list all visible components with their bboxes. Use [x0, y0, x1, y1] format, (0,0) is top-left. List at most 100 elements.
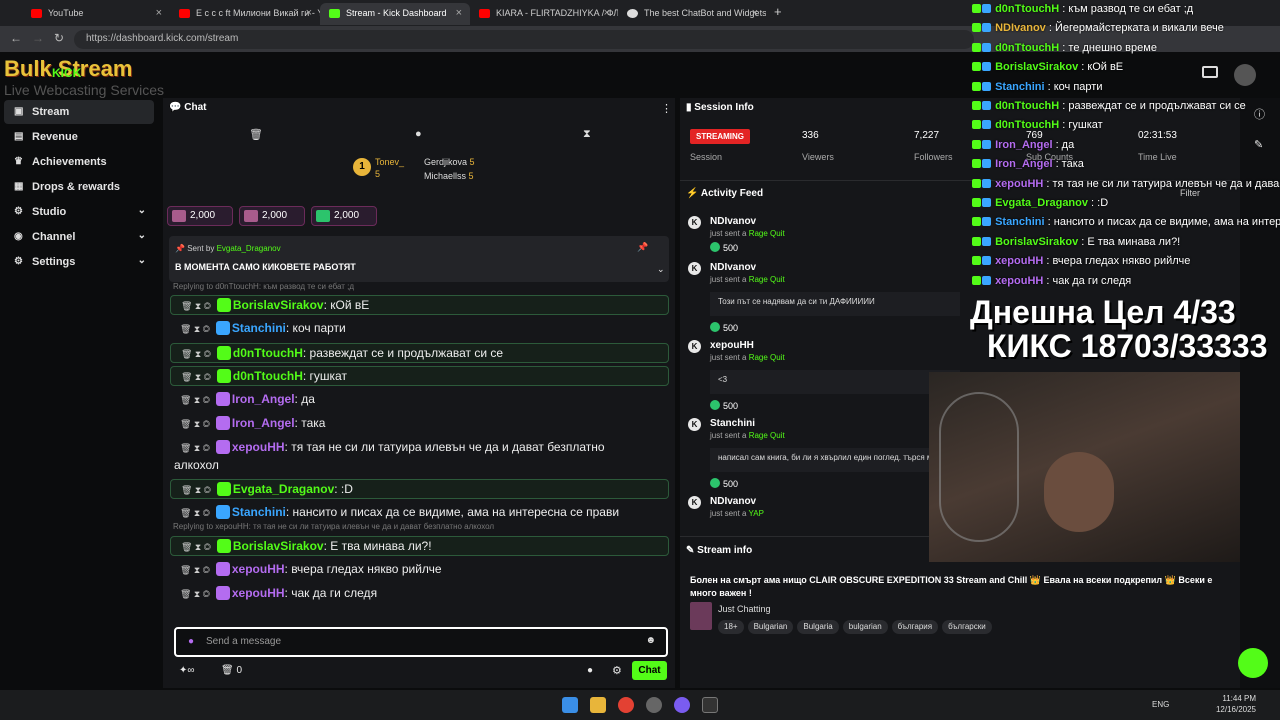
pin-icon[interactable]: 📌: [637, 242, 648, 253]
moderation-icons[interactable]: 🗑 ⧗ ◎: [181, 372, 211, 383]
chat-username[interactable]: d0nTtouchH: [233, 346, 303, 360]
badge-icon: [982, 159, 991, 169]
channel-icon: ◉: [14, 231, 23, 242]
sidebar-item-stream[interactable]: ▣ Stream: [4, 100, 154, 124]
tag[interactable]: Bulgarian: [747, 620, 794, 634]
terminal-icon[interactable]: [702, 697, 718, 713]
close-icon[interactable]: ×: [456, 7, 462, 19]
send-chat-button[interactable]: Chat: [632, 661, 667, 680]
browser-tab[interactable]: E c c c ft Милиони Викай ги - Y ×: [170, 3, 320, 25]
chat-message[interactable]: 🗑 ⧗ ◎ BorislavSirakov: кОй вЕ: [170, 295, 669, 315]
chat-username[interactable]: xepouHH: [232, 440, 285, 454]
tag[interactable]: българия: [891, 620, 939, 634]
chat-message[interactable]: 🗑 ⧗ ◎ xepouHH: чак да ги следя: [170, 584, 669, 604]
new-tab-button[interactable]: +: [774, 4, 782, 19]
moderation-icons[interactable]: 🗑 ⧗ ◎: [181, 301, 211, 312]
viewers-count: 336: [802, 130, 819, 141]
file-explorer-icon[interactable]: [590, 697, 606, 713]
chat-fab-button[interactable]: [1238, 648, 1268, 678]
channel-points-icon[interactable]: ✦∞: [179, 665, 195, 676]
chat-message[interactable]: 🗑 ⧗ ◎ d0nTtouchH: гушкат: [170, 366, 669, 386]
sidebar-item-studio[interactable]: ⚙ Studio ⌄: [4, 200, 154, 224]
moderation-icons[interactable]: 🗑 ⧗ ◎: [181, 349, 211, 360]
activity-item[interactable]: K NDIvanov just sent a Rage Quit Този път с…: [688, 262, 960, 333]
emoji-icon[interactable]: ☻: [645, 635, 656, 646]
chat-username[interactable]: d0nTtouchH: [233, 369, 303, 383]
close-icon[interactable]: ×: [604, 7, 610, 19]
tag[interactable]: bulgarian: [842, 620, 888, 634]
leaderboard-third-count: 5: [468, 171, 474, 181]
chat-username[interactable]: Stanchini: [232, 505, 286, 519]
back-icon[interactable]: ←: [10, 31, 22, 45]
sidebar-item-drops[interactable]: ▦ Drops & rewards: [4, 175, 154, 199]
tag[interactable]: Bulgaria: [797, 620, 839, 634]
chat-username[interactable]: Iron_Angel: [232, 416, 295, 430]
chat-message[interactable]: алкохол: [170, 456, 669, 476]
moderation-icons[interactable]: 🗑 ⧗ ◎: [180, 589, 210, 600]
sidebar-item-settings[interactable]: ⚙ Settings ⌄: [4, 250, 154, 274]
chat-username[interactable]: BorislavSirakov: [233, 298, 324, 312]
browser-tab[interactable]: YouTube ×: [22, 3, 170, 25]
browser-tab[interactable]: The best ChatBot and Widgets ×: [618, 3, 766, 25]
overlay-text: : Йегермайстерката и викали вече: [1045, 22, 1224, 35]
chat-username[interactable]: xepouHH: [232, 586, 285, 600]
chat-message[interactable]: 🗑 ⧗ ◎ Stanchini: нансито и писах да се ви…: [170, 503, 669, 523]
moderation-icons[interactable]: 🗑 ⧗ ◎: [181, 485, 211, 496]
sidebar-item-channel[interactable]: ◉ Channel ⌄: [4, 225, 154, 249]
close-icon[interactable]: ×: [156, 7, 162, 19]
more-icon[interactable]: ⋮: [661, 102, 672, 115]
gear-icon[interactable]: ⚙: [612, 664, 622, 677]
trash-icon[interactable]: 🗑: [249, 128, 263, 141]
sidebar-item-revenue[interactable]: ▤ Revenue: [4, 125, 154, 149]
moderation-icons[interactable]: 🗑 ⧗ ◎: [180, 395, 210, 406]
chrome-icon[interactable]: [618, 697, 634, 713]
app-icon[interactable]: [646, 697, 662, 713]
chat-username[interactable]: BorislavSirakov: [233, 539, 324, 553]
moderation-icons[interactable]: 🗑 ⧗ ◎: [180, 324, 210, 335]
clock-date[interactable]: 12/16/2025: [1208, 705, 1256, 714]
close-icon[interactable]: ×: [752, 7, 758, 19]
gift-item[interactable]: 2,000: [239, 206, 305, 226]
gift-item[interactable]: 2,000: [311, 206, 377, 226]
reload-icon[interactable]: ↻: [54, 31, 64, 45]
chat-message[interactable]: 🗑 ⧗ ◎ Stanchini: коч парти: [170, 319, 669, 339]
language-indicator[interactable]: ENG: [1152, 700, 1169, 709]
chat-bubble-icon[interactable]: ●: [415, 128, 422, 140]
chat-message[interactable]: 🗑 ⧗ ◎ Iron_Angel: така: [170, 414, 669, 434]
activity-item[interactable]: KxepouHH just sent a Rage Quit <3 500: [688, 340, 960, 411]
chat-username[interactable]: Iron_Angel: [232, 392, 295, 406]
tag[interactable]: 18+: [718, 620, 744, 634]
sidebar-item-achievements[interactable]: ♛ Achievements: [4, 150, 154, 174]
chat-message[interactable]: 🗑 ⧗ ◎ d0nTtouchH: развеждат се и продължа…: [170, 343, 669, 363]
chevron-down-icon[interactable]: ⌄: [657, 264, 665, 275]
address-bar[interactable]: https://dashboard.kick.com/stream: [74, 30, 974, 49]
gift-item[interactable]: 2,000: [167, 206, 233, 226]
moderation-icons[interactable]: 🗑 ⧗ ◎: [180, 508, 210, 519]
chat-message[interactable]: 🗑 ⧗ ◎ Evgata_Draganov: :D: [170, 479, 669, 499]
chat-message[interactable]: 🗑 ⧗ ◎ xepouHH: тя тая не си ли татуира ил…: [170, 438, 669, 458]
moderation-icons[interactable]: 🗑 ⧗ ◎: [180, 419, 210, 430]
chat-message[interactable]: 🗑 ⧗ ◎ xepouHH: вчера гледах някво рийлче: [170, 560, 669, 580]
clock-time[interactable]: 11:44 PM: [1216, 694, 1256, 703]
chat-username[interactable]: Evgata_Draganov: [233, 482, 334, 496]
chat-username[interactable]: xepouHH: [232, 562, 285, 576]
browser-tab[interactable]: KIARA - FLIRTADZHIYKA / ФЛИ ×: [470, 3, 618, 25]
forward-icon[interactable]: →: [32, 31, 44, 45]
chat-message[interactable]: 🗑 ⧗ ◎ BorislavSirakov: Е тва минава ли?!: [170, 536, 669, 556]
pinned-message[interactable]: 📌 Sent by Evgata_Draganov В МОМЕНТА САМО…: [169, 236, 669, 282]
activity-item[interactable]: K Stanchini just sent a Rage Quit написал с…: [688, 418, 960, 489]
windows-start-icon[interactable]: [562, 697, 578, 713]
hourglass-icon[interactable]: ⧗: [583, 128, 591, 141]
chat-settings-icon[interactable]: ●: [587, 665, 593, 676]
moderation-icons[interactable]: 🗑 ⧗ ◎: [180, 443, 210, 454]
close-icon[interactable]: ×: [306, 7, 312, 19]
chat-input[interactable]: ● Send a message ☻: [174, 627, 668, 657]
browser-tab-active[interactable]: Stream - Kick Dashboard ×: [320, 3, 470, 25]
moderation-icons[interactable]: 🗑 ⧗ ◎: [181, 542, 211, 553]
chat-message[interactable]: 🗑 ⧗ ◎ Iron_Angel: да: [170, 390, 669, 410]
tag[interactable]: български: [942, 620, 992, 634]
moderation-icons[interactable]: 🗑 ⧗ ◎: [180, 565, 210, 576]
chat-username[interactable]: Stanchini: [232, 321, 286, 335]
mic-icon[interactable]: ●: [188, 636, 194, 647]
discord-icon[interactable]: [674, 697, 690, 713]
